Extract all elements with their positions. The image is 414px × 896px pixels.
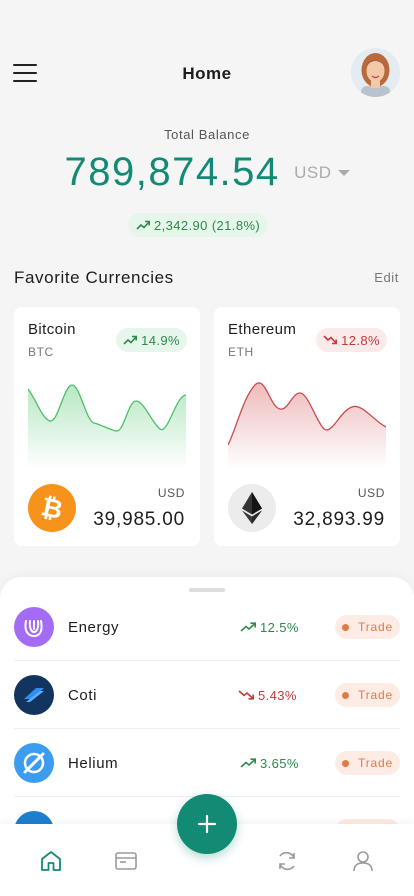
- trend-down-icon: [323, 335, 338, 345]
- coin-row-helium[interactable]: Helium 3.65% Trade: [14, 729, 400, 797]
- trade-label: Trade: [358, 756, 393, 770]
- coin-name: Energy: [68, 619, 120, 636]
- ethereum-card[interactable]: Ethereum ETH 12.8% USD 32,893.99: [214, 307, 400, 546]
- trend-up-icon: [240, 622, 256, 632]
- chevron-down-icon: [337, 170, 350, 177]
- dot-icon: [342, 623, 350, 631]
- coin-change-value: 3.65%: [260, 755, 299, 771]
- app-header: Home: [0, 48, 414, 100]
- dot-icon: [342, 691, 350, 699]
- coin-row-energy[interactable]: Energy 12.5% Trade: [14, 593, 400, 661]
- sheet-drag-handle[interactable]: [189, 588, 225, 592]
- coin-name: Helium: [68, 755, 119, 772]
- edit-favorites-button[interactable]: Edit: [374, 270, 399, 285]
- trend-up-icon: [123, 335, 138, 345]
- coin-row-coti[interactable]: Coti 5.43% Trade: [14, 661, 400, 729]
- trend-down-icon: [238, 690, 254, 700]
- ethereum-sparkline: [228, 382, 386, 469]
- total-balance-label: Total Balance: [164, 127, 250, 142]
- profile-icon[interactable]: [350, 848, 376, 874]
- coin-change-value: 12.5%: [260, 619, 299, 635]
- trend-up-icon: [240, 758, 256, 768]
- coti-icon: [14, 675, 54, 715]
- favorite-currencies-title: Favorite Currencies: [14, 268, 174, 287]
- bitcoin-card[interactable]: Bitcoin BTC 14.9% ₿ USD 39,985.00: [14, 307, 200, 546]
- add-button[interactable]: [177, 794, 237, 854]
- balance-change-badge: 2,342.90 (21.8%): [128, 213, 269, 237]
- currency-select-label: USD: [294, 162, 332, 182]
- bitcoin-icon: ₿: [28, 484, 76, 532]
- card-currency: USD: [157, 486, 185, 500]
- card-symbol: ETH: [228, 345, 254, 359]
- wallet-icon[interactable]: [113, 848, 139, 874]
- dot-icon: [342, 759, 350, 767]
- trade-button[interactable]: Trade: [335, 683, 400, 707]
- energy-icon: [14, 607, 54, 647]
- exchange-icon[interactable]: [274, 848, 300, 874]
- coin-change: 3.65%: [240, 753, 299, 773]
- user-avatar-icon[interactable]: [351, 48, 400, 97]
- trade-button[interactable]: Trade: [335, 751, 400, 775]
- card-currency: USD: [357, 486, 385, 500]
- card-name: Ethereum: [228, 321, 297, 338]
- helium-icon: [14, 743, 54, 783]
- currency-select[interactable]: USD: [294, 162, 350, 183]
- card-change-badge: 12.8%: [316, 328, 387, 352]
- total-balance-value: 789,874.54: [64, 150, 280, 194]
- bitcoin-sparkline: [28, 384, 186, 469]
- balance-change-value: 2,342.90 (21.8%): [154, 217, 261, 233]
- plus-icon: [197, 814, 217, 834]
- balance-row: 789,874.54 USD: [0, 150, 414, 195]
- coin-change-value: 5.43%: [258, 687, 297, 703]
- coin-name: Coti: [68, 687, 98, 704]
- card-name: Bitcoin: [28, 321, 76, 338]
- card-price: 32,893.99: [293, 509, 385, 530]
- card-change-value: 12.8%: [341, 332, 380, 348]
- trend-up-icon: [136, 220, 150, 230]
- home-icon[interactable]: [38, 848, 64, 874]
- trade-label: Trade: [358, 688, 393, 702]
- card-symbol: BTC: [28, 345, 54, 359]
- card-price: 39,985.00: [93, 509, 185, 530]
- trade-label: Trade: [358, 620, 393, 634]
- card-change-badge: 14.9%: [116, 328, 187, 352]
- card-change-value: 14.9%: [141, 332, 180, 348]
- coin-change: 12.5%: [240, 617, 299, 637]
- coin-change: 5.43%: [238, 685, 297, 705]
- ethereum-icon: [228, 484, 276, 532]
- trade-button[interactable]: Trade: [335, 615, 400, 639]
